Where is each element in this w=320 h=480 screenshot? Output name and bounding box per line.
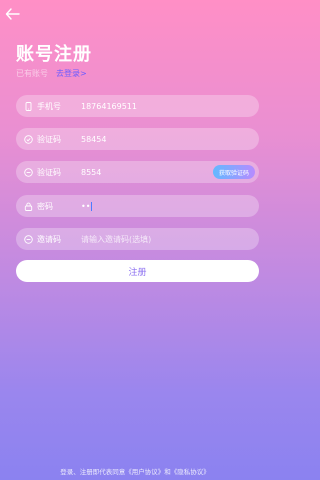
back-arrow-icon[interactable] — [4, 5, 22, 23]
phone-label: 手机号 — [37, 101, 61, 111]
login-link[interactable]: 去登录> — [56, 69, 87, 78]
invite-code-input[interactable]: 请输入邀请码(选填) — [81, 234, 151, 245]
phone-icon — [24, 101, 33, 111]
login-prompt: 已有账号 去登录> — [16, 68, 87, 79]
verify-icon — [24, 234, 33, 244]
sms-code-input[interactable]: 8554 — [81, 168, 101, 177]
lock-icon — [24, 202, 33, 211]
password-dots: •• — [81, 201, 91, 211]
sms-code-field[interactable]: 验证码 8554 获取验证码 — [16, 161, 259, 183]
register-button[interactable]: 注册 — [16, 260, 259, 282]
get-code-button[interactable]: 获取验证码 — [212, 165, 255, 179]
phone-input[interactable]: 18764169511 — [81, 102, 137, 111]
verify-icon — [24, 134, 33, 144]
text-cursor — [91, 201, 93, 211]
phone-field[interactable]: 手机号 18764169511 — [16, 95, 259, 117]
invite-code-field[interactable]: 邀请码 请输入邀请码(选填) — [16, 228, 259, 250]
page-title: 账号注册 — [16, 44, 92, 65]
password-input[interactable]: •• — [81, 201, 93, 211]
verify-code-label: 验证码 — [37, 134, 61, 144]
password-label: 密码 — [37, 201, 53, 211]
password-field[interactable]: 密码 •• — [16, 195, 259, 217]
verify-icon — [24, 167, 33, 177]
login-prompt-text: 已有账号 — [16, 69, 48, 78]
agreement-text[interactable]: 登录、注册即代表同意《用户协议》和《隐私协议》 — [0, 466, 270, 476]
sms-code-label: 验证码 — [37, 167, 61, 177]
verify-code-field[interactable]: 验证码 58454 — [16, 128, 259, 150]
verify-code-input[interactable]: 58454 — [81, 135, 106, 144]
invite-code-label: 邀请码 — [37, 234, 61, 244]
